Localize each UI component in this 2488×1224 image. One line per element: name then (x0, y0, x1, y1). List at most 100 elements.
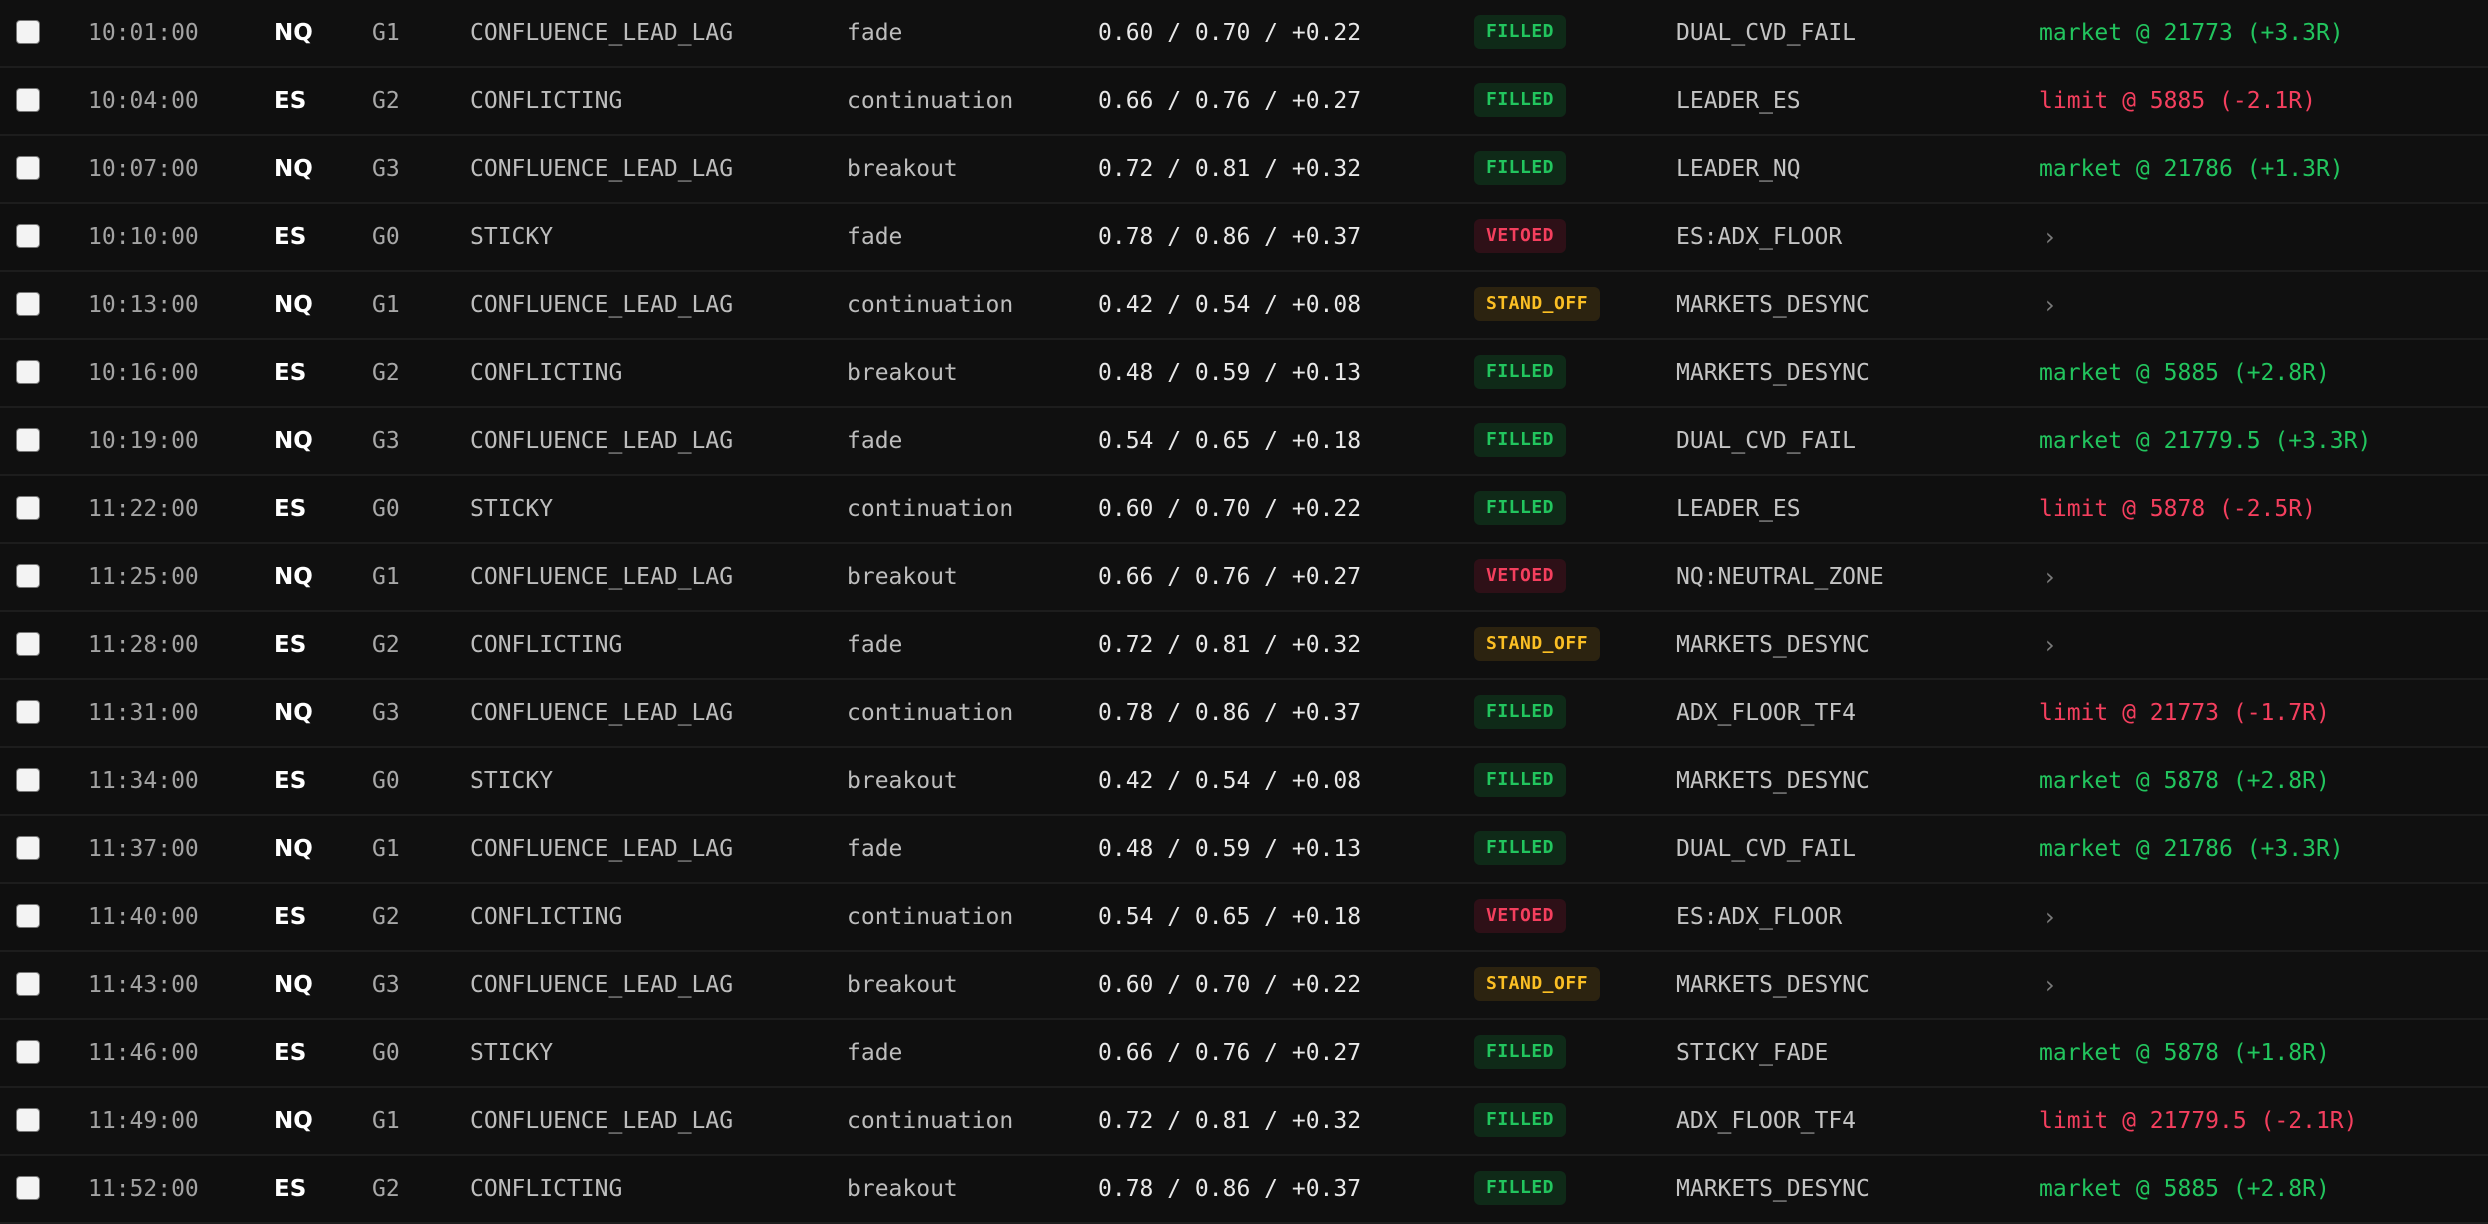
row-checkbox[interactable] (16, 88, 40, 112)
chevron-right-icon[interactable]: › (2039, 903, 2055, 931)
grade-cell: G0 (372, 496, 400, 522)
status-cell: FILLED (1474, 680, 1567, 746)
reason-cell: ES:ADX_FLOOR (1676, 904, 1843, 930)
status-badge: VETOED (1474, 558, 1567, 593)
scores-cell: 0.78 / 0.86 / +0.37 (1098, 1176, 1362, 1202)
table-row[interactable]: 10:13:00 NQ G1 CONFLUENCE_LEAD_LAG continuat… (0, 272, 2488, 340)
outcome-cell: market @ 21773 (+3.3R) (2039, 0, 2344, 66)
row-checkbox[interactable] (16, 496, 40, 520)
row-checkbox[interactable] (16, 1040, 40, 1064)
row-select-cell (16, 340, 42, 406)
table-row[interactable]: 10:04:00 ES G2 CONFLICTING continuation 0.66 … (0, 68, 2488, 136)
status-badge: STAND_OFF (1474, 966, 1601, 1001)
row-checkbox[interactable] (16, 972, 40, 996)
order-outcome: market @ 21773 (+3.3R) (2039, 20, 2344, 46)
table-row[interactable]: 10:10:00 ES G0 STICKY fade 0.78 / 0.86 / +0.3… (0, 204, 2488, 272)
scores-cell: 0.42 / 0.54 / +0.08 (1098, 292, 1362, 318)
regime-cell: STICKY (470, 1040, 554, 1066)
row-checkbox[interactable] (16, 292, 40, 316)
setup-cell: continuation (847, 496, 1014, 522)
table-row[interactable]: 11:40:00 ES G2 CONFLICTING continuation 0.54 … (0, 884, 2488, 952)
status-cell: FILLED (1474, 1088, 1567, 1154)
grade-cell: G3 (372, 428, 400, 454)
order-outcome: market @ 21786 (+3.3R) (2039, 836, 2344, 862)
table-row[interactable]: 11:28:00 ES G2 CONFLICTING fade 0.72 / 0.81 /… (0, 612, 2488, 680)
status-badge: STAND_OFF (1474, 286, 1601, 321)
status-badge: FILLED (1474, 490, 1567, 525)
row-checkbox[interactable] (16, 700, 40, 724)
symbol-cell: ES (274, 904, 307, 930)
table-row[interactable]: 11:31:00 NQ G3 CONFLUENCE_LEAD_LAG continuat… (0, 680, 2488, 748)
setup-cell: continuation (847, 88, 1014, 114)
row-select-cell (16, 952, 42, 1018)
row-checkbox[interactable] (16, 836, 40, 860)
symbol-cell: ES (274, 360, 307, 386)
table-row[interactable]: 10:07:00 NQ G3 CONFLUENCE_LEAD_LAG breakout 0… (0, 136, 2488, 204)
table-row[interactable]: 10:01:00 NQ G1 CONFLUENCE_LEAD_LAG fade 0.60 … (0, 0, 2488, 68)
table-row[interactable]: 11:43:00 NQ G3 CONFLUENCE_LEAD_LAG breakout 0… (0, 952, 2488, 1020)
chevron-right-icon[interactable]: › (2039, 563, 2055, 591)
row-checkbox[interactable] (16, 156, 40, 180)
table-row[interactable]: 11:37:00 NQ G1 CONFLUENCE_LEAD_LAG fade 0.48 … (0, 816, 2488, 884)
row-checkbox[interactable] (16, 768, 40, 792)
symbol-cell: ES (274, 768, 307, 794)
row-checkbox[interactable] (16, 20, 40, 44)
grade-cell: G2 (372, 632, 400, 658)
chevron-right-icon[interactable]: › (2039, 631, 2055, 659)
table-row[interactable]: 11:25:00 NQ G1 CONFLUENCE_LEAD_LAG breakout 0… (0, 544, 2488, 612)
row-checkbox[interactable] (16, 428, 40, 452)
outcome-cell: › (2039, 544, 2055, 610)
status-badge: FILLED (1474, 762, 1567, 797)
row-checkbox[interactable] (16, 360, 40, 384)
table-row[interactable]: 11:34:00 ES G0 STICKY breakout 0.42 / 0.54 / … (0, 748, 2488, 816)
time-cell: 10:01:00 (88, 20, 199, 46)
outcome-cell: market @ 5878 (+2.8R) (2039, 748, 2330, 814)
status-cell: FILLED (1474, 136, 1567, 202)
table-row[interactable]: 10:19:00 NQ G3 CONFLUENCE_LEAD_LAG fade 0.54 … (0, 408, 2488, 476)
row-checkbox[interactable] (16, 632, 40, 656)
table-row[interactable]: 11:46:00 ES G0 STICKY fade 0.66 / 0.76 / +0.2… (0, 1020, 2488, 1088)
reason-cell: LEADER_ES (1676, 88, 1801, 114)
status-cell: VETOED (1474, 204, 1567, 270)
outcome-cell: › (2039, 612, 2055, 678)
table-row[interactable]: 11:49:00 NQ G1 CONFLUENCE_LEAD_LAG continuat… (0, 1088, 2488, 1156)
scores-cell: 0.42 / 0.54 / +0.08 (1098, 768, 1362, 794)
outcome-cell: limit @ 21773 (-1.7R) (2039, 680, 2330, 746)
row-checkbox[interactable] (16, 904, 40, 928)
regime-cell: CONFLICTING (470, 88, 623, 114)
status-cell: STAND_OFF (1474, 952, 1601, 1018)
table-row[interactable]: 11:52:00 ES G2 CONFLICTING breakout 0.78 / 0.… (0, 1156, 2488, 1224)
row-select-cell (16, 0, 42, 66)
outcome-cell: › (2039, 272, 2055, 338)
chevron-right-icon[interactable]: › (2039, 223, 2055, 251)
setup-cell: continuation (847, 700, 1014, 726)
setup-cell: breakout (847, 156, 958, 182)
time-cell: 10:16:00 (88, 360, 199, 386)
setup-cell: continuation (847, 904, 1014, 930)
table-row[interactable]: 10:16:00 ES G2 CONFLICTING breakout 0.48 / 0.… (0, 340, 2488, 408)
reason-cell: LEADER_NQ (1676, 156, 1801, 182)
outcome-cell: limit @ 21779.5 (-2.1R) (2039, 1088, 2358, 1154)
row-checkbox[interactable] (16, 1176, 40, 1200)
regime-cell: CONFLICTING (470, 1176, 623, 1202)
chevron-right-icon[interactable]: › (2039, 971, 2055, 999)
setup-cell: breakout (847, 972, 958, 998)
outcome-cell: limit @ 5878 (-2.5R) (2039, 476, 2316, 542)
row-select-cell (16, 1088, 42, 1154)
reason-cell: DUAL_CVD_FAIL (1676, 836, 1857, 862)
time-cell: 11:43:00 (88, 972, 199, 998)
regime-cell: CONFLUENCE_LEAD_LAG (470, 156, 734, 182)
time-cell: 11:25:00 (88, 564, 199, 590)
order-outcome: limit @ 5878 (-2.5R) (2039, 496, 2316, 522)
reason-cell: MARKETS_DESYNC (1676, 1176, 1870, 1202)
time-cell: 11:34:00 (88, 768, 199, 794)
chevron-right-icon[interactable]: › (2039, 291, 2055, 319)
symbol-cell: NQ (274, 428, 313, 454)
row-checkbox[interactable] (16, 564, 40, 588)
symbol-cell: NQ (274, 1108, 313, 1134)
row-checkbox[interactable] (16, 224, 40, 248)
scores-cell: 0.54 / 0.65 / +0.18 (1098, 428, 1362, 454)
table-row[interactable]: 11:22:00 ES G0 STICKY continuation 0.60 / 0.7… (0, 476, 2488, 544)
time-cell: 11:49:00 (88, 1108, 199, 1134)
row-checkbox[interactable] (16, 1108, 40, 1132)
